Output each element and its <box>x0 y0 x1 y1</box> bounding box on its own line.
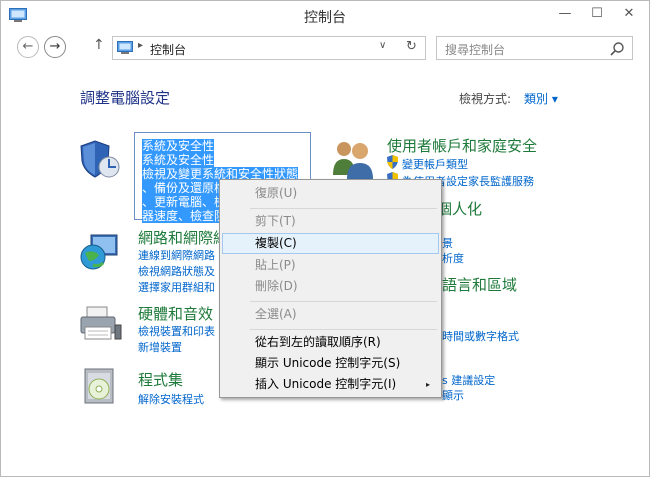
link-devices-printers[interactable]: 檢視裝置和印表 <box>138 323 215 339</box>
search-input[interactable]: 搜尋控制台 <box>445 41 505 58</box>
breadcrumb-separator-icon[interactable]: ▸ <box>138 40 143 51</box>
selected-text-line: 系統及安全性 <box>142 153 215 167</box>
page-title: 調整電腦設定 <box>80 89 171 107</box>
back-button[interactable]: ← <box>17 36 39 58</box>
refresh-icon[interactable]: ↻ <box>406 39 417 54</box>
close-button[interactable]: ✕ <box>613 1 645 27</box>
navigation-bar: ← → ↑ ▸ 控制台 ∨ ↻ 搜尋控制台 <box>1 33 649 63</box>
link-time-number-format[interactable]: 時間或數字格式 <box>442 328 519 344</box>
view-by-dropdown[interactable]: 類別 ▾ <box>524 90 558 107</box>
title-bar: 控制台 — ☐ ✕ <box>1 1 649 31</box>
menu-item-undo[interactable]: 復原(U) <box>222 183 439 204</box>
menu-item-paste[interactable]: 貼上(P) <box>222 255 439 276</box>
address-bar[interactable]: ▸ 控制台 ∨ ↻ <box>112 36 426 60</box>
menu-item-rtl-reading-order[interactable]: 從右到左的讀取順序(R) <box>222 332 439 353</box>
printer-icon[interactable] <box>79 301 123 345</box>
category-user-accounts[interactable]: 使用者帳戶和家庭安全 <box>387 135 537 156</box>
link-background[interactable]: 景 <box>442 235 453 251</box>
link-connect-internet[interactable]: 連線到網際網路 <box>138 247 215 263</box>
category-hardware-sound[interactable]: 硬體和音效 <box>138 303 213 324</box>
programs-disc-icon[interactable] <box>79 365 123 409</box>
address-dropdown-icon[interactable]: ∨ <box>379 40 386 51</box>
link-change-account-type[interactable]: 變更帳戶類型 <box>402 156 468 172</box>
link-view-network-status[interactable]: 檢視網路狀態及 <box>138 263 215 279</box>
up-button[interactable]: ↑ <box>93 37 105 53</box>
selected-text-line: 器速度、檢查防 <box>142 209 227 223</box>
menu-item-copy[interactable]: 複製(C) <box>222 233 439 254</box>
link-add-device[interactable]: 新增裝置 <box>138 339 182 355</box>
control-panel-window: 控制台 — ☐ ✕ ← → ↑ ▸ 控制台 ∨ ↻ 搜尋控制台 調整電腦設定 檢… <box>0 0 650 477</box>
menu-separator <box>250 329 437 330</box>
link-display[interactable]: 顯示 <box>442 387 464 403</box>
maximize-button[interactable]: ☐ <box>581 1 613 27</box>
menu-item-select-all[interactable]: 全選(A) <box>222 304 439 325</box>
selected-text-line: 系統及安全性 <box>142 139 215 153</box>
search-box[interactable]: 搜尋控制台 <box>436 36 633 60</box>
link-resolution[interactable]: 析度 <box>442 250 464 266</box>
category-programs[interactable]: 程式集 <box>138 369 183 390</box>
control-panel-icon <box>117 41 133 54</box>
minimize-button[interactable]: — <box>549 1 581 27</box>
selected-text-line: 、備份及還原檔 <box>142 181 227 195</box>
menu-item-cut[interactable]: 剪下(T) <box>222 211 439 232</box>
breadcrumb-control-panel[interactable]: 控制台 <box>150 41 186 58</box>
search-icon[interactable] <box>609 41 625 57</box>
security-shield-icon[interactable] <box>79 137 123 181</box>
forward-button[interactable]: → <box>44 36 66 58</box>
menu-item-show-unicode-control[interactable]: 顯示 Unicode 控制字元(S) <box>222 353 439 374</box>
users-icon[interactable] <box>331 137 375 181</box>
menu-separator <box>250 301 437 302</box>
category-personalization[interactable]: 個人化 <box>437 198 482 219</box>
category-language-region[interactable]: 語言和區域 <box>442 274 517 295</box>
link-suggested-settings[interactable]: s 建議設定 <box>442 372 495 388</box>
view-by-label: 檢視方式: <box>459 92 512 106</box>
menu-separator <box>250 208 437 209</box>
network-globe-icon[interactable] <box>79 231 123 275</box>
uac-shield-icon <box>387 155 398 169</box>
menu-item-insert-unicode-control[interactable]: 插入 Unicode 控制字元(I) <box>222 374 439 395</box>
category-network[interactable]: 網路和網際網 <box>138 227 228 248</box>
menu-item-delete[interactable]: 刪除(D) <box>222 276 439 297</box>
context-menu: 復原(U) 剪下(T) 複製(C) 貼上(P) 刪除(D) 全選(A) 從右到左… <box>219 179 442 398</box>
selected-text-line: 、更新電腦、檢 <box>142 195 227 209</box>
submenu-arrow-icon: ▸ <box>426 380 431 389</box>
link-homegroup[interactable]: 選擇家用群組和 <box>138 279 215 295</box>
link-uninstall-program[interactable]: 解除安裝程式 <box>138 391 204 407</box>
